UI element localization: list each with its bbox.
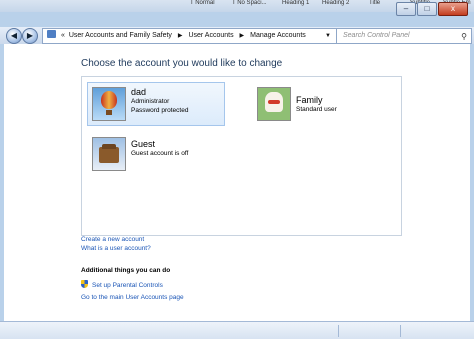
- style-title: Title: [369, 0, 381, 6]
- what-is-account-link[interactable]: What is a user account?: [81, 244, 151, 253]
- page-title: Choose the account you would like to cha…: [81, 58, 283, 69]
- account-status: Guest account is off: [131, 150, 189, 157]
- account-links: Create a new account What is a user acco…: [81, 235, 151, 253]
- account-name: dad: [131, 87, 147, 97]
- window-border-left: [0, 44, 4, 321]
- account-tile-family[interactable]: Family Standard user: [253, 83, 389, 125]
- caption-buttons: – □ x: [396, 2, 468, 16]
- account-tile-dad[interactable]: dad Administrator Password protected: [87, 82, 225, 126]
- back-button[interactable]: ◀: [6, 28, 22, 44]
- status-bar: [0, 321, 474, 339]
- breadcrumb-user-accounts[interactable]: User Accounts: [188, 32, 233, 39]
- account-type: Administrator: [131, 98, 170, 105]
- chevron-down-icon[interactable]: ▼: [325, 29, 331, 43]
- breadcrumb-manage-accounts[interactable]: Manage Accounts: [250, 32, 306, 39]
- address-bar[interactable]: « User Accounts and Family Safety ▶ User…: [42, 28, 337, 44]
- create-account-link[interactable]: Create a new account: [81, 235, 151, 244]
- shield-icon: [81, 280, 88, 288]
- forward-button[interactable]: ▶: [22, 28, 38, 44]
- breadcrumb-family-safety[interactable]: User Accounts and Family Safety: [69, 32, 172, 39]
- account-type: Standard user: [296, 106, 337, 113]
- search-input[interactable]: Search Control Panel ⚲: [336, 28, 472, 44]
- window-border-right: [470, 44, 474, 321]
- control-panel-window: T Normal T No Spaci... Heading 1 Heading…: [0, 0, 474, 339]
- status-divider: [338, 325, 339, 337]
- account-tile-guest[interactable]: Guest Guest account is off: [88, 133, 224, 175]
- style-normal: T Normal: [190, 0, 215, 6]
- style-heading-2: Heading 2: [322, 0, 350, 6]
- breadcrumb-prefix: «: [60, 32, 65, 39]
- main-accounts-page-link[interactable]: Go to the main User Accounts page: [81, 293, 184, 302]
- accounts-panel: dad Administrator Password protected Fam…: [81, 76, 402, 236]
- account-name: Family: [296, 95, 323, 105]
- search-icon[interactable]: ⚲: [461, 30, 467, 44]
- style-no-spacing: T No Spaci...: [232, 0, 267, 6]
- control-panel-icon: [47, 30, 56, 38]
- navigation-bar: ◀ ▶ « User Accounts and Family Safety ▶ …: [0, 27, 474, 44]
- suitcase-icon: [92, 137, 126, 171]
- balloon-icon: [92, 87, 126, 121]
- main-content: Choose the account you would like to cha…: [0, 44, 474, 321]
- cat-icon: [257, 87, 291, 121]
- parental-controls-label: Set up Parental Controls: [92, 282, 163, 289]
- minimize-button[interactable]: –: [396, 2, 416, 16]
- style-heading-1: Heading 1: [282, 0, 310, 6]
- additional-things-heading: Additional things you can do: [81, 267, 171, 274]
- close-button[interactable]: x: [438, 2, 468, 16]
- chevron-right-icon[interactable]: ▶: [178, 33, 183, 39]
- chevron-right-icon[interactable]: ▶: [240, 33, 245, 39]
- additional-links: Set up Parental Controls Go to the main …: [81, 280, 184, 302]
- account-password-status: Password protected: [131, 106, 189, 114]
- status-divider: [400, 325, 401, 337]
- parental-controls-link[interactable]: Set up Parental Controls: [81, 280, 184, 290]
- maximize-button[interactable]: □: [417, 2, 437, 16]
- search-placeholder: Search Control Panel: [343, 32, 410, 39]
- account-name: Guest: [131, 139, 156, 149]
